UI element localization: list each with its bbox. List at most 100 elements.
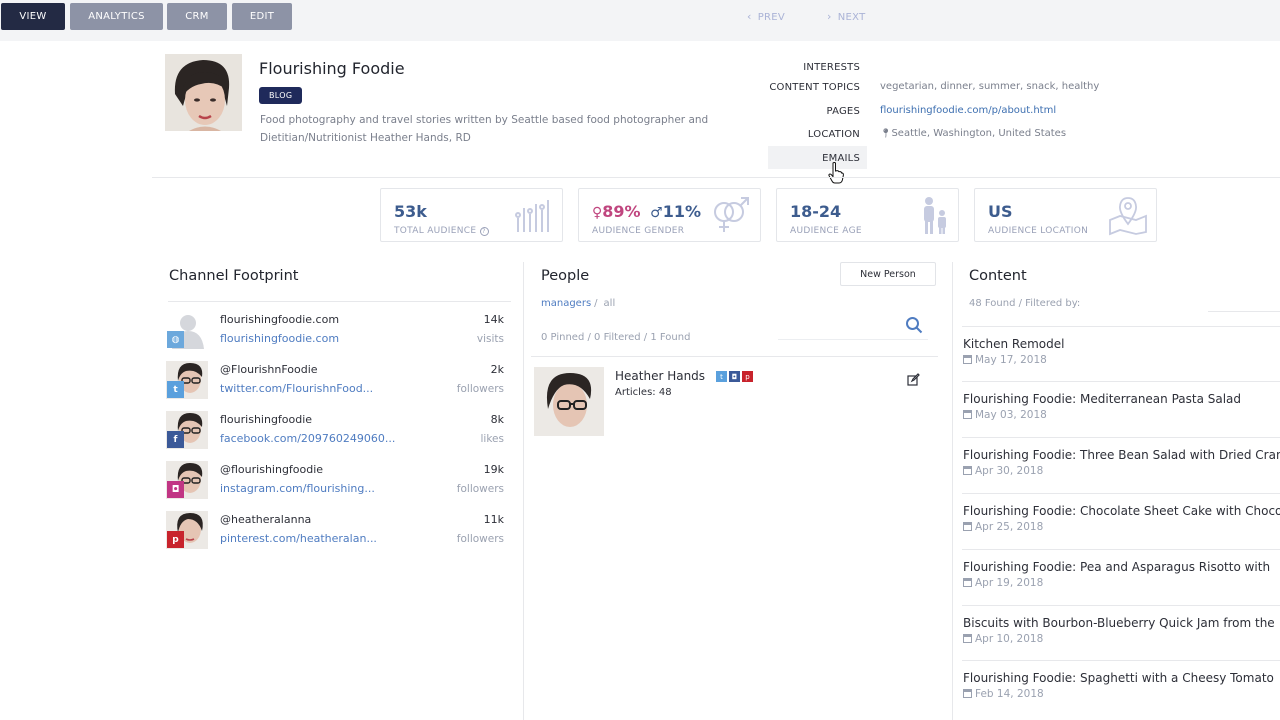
total-audience-value: 53k	[394, 202, 427, 221]
crumb-all[interactable]: all	[604, 298, 616, 309]
channel-row-instagram[interactable]: ◘ @flourishingfoodie instagram.com/flour…	[166, 461, 511, 505]
family-icon	[920, 196, 950, 240]
people-search-input[interactable]	[778, 339, 928, 340]
content-filter-input[interactable]	[1208, 311, 1280, 312]
channel-unit: visits	[476, 333, 504, 345]
content-item[interactable]: Flourishing Foodie: Three Bean Salad wit…	[963, 448, 1280, 477]
twitter-icon: t	[167, 381, 184, 398]
channel-row-facebook[interactable]: f flourishingfoodie facebook.com/2097602…	[166, 411, 511, 455]
channel-footprint-title: Channel Footprint	[169, 268, 299, 284]
content-item-title[interactable]: Flourishing Foodie: Spaghetti with a Che…	[963, 671, 1280, 685]
content-item[interactable]: Biscuits with Bourbon-Blueberry Quick Ja…	[963, 616, 1280, 645]
content-item-date: Apr 10, 2018	[963, 633, 1280, 645]
view-button[interactable]: VIEW	[1, 3, 65, 30]
analytics-button[interactable]: ANALYTICS	[70, 3, 163, 30]
channel-divider	[168, 301, 511, 302]
person-name[interactable]: Heather Hands	[615, 369, 705, 383]
content-topics-value: vegetarian, dinner, summer, snack, healt…	[880, 81, 1100, 92]
top-toolbar: VIEW ANALYTICS CRM EDIT ‹ PREV › NEXT	[0, 0, 1280, 41]
channel-name: @heatheralanna	[220, 513, 312, 526]
channel-url[interactable]: flourishingfoodie.com	[220, 332, 339, 345]
calendar-icon	[963, 466, 972, 475]
hand-cursor-icon	[828, 162, 844, 188]
channel-name: @flourishingfoodie	[220, 463, 324, 476]
instagram-icon: ◘	[167, 481, 184, 498]
crumb-separator: /	[594, 298, 598, 309]
content-divider	[962, 381, 1280, 382]
globe-icon: ◍	[167, 331, 184, 348]
channel-row-web[interactable]: ◍ flourishingfoodie.com flourishingfoodi…	[166, 311, 511, 355]
instagram-icon[interactable]: ◘	[729, 371, 740, 382]
content-item[interactable]: Flourishing Foodie: Pea and Asparagus Ri…	[963, 560, 1280, 589]
edit-button[interactable]: EDIT	[232, 3, 292, 30]
content-topics-label: CONTENT TOPICS	[769, 82, 860, 93]
calendar-icon	[963, 522, 972, 531]
audience-location-label: AUDIENCE LOCATION	[988, 226, 1089, 236]
channel-unit: followers	[456, 533, 504, 545]
channel-url[interactable]: pinterest.com/heatheralan...	[220, 532, 377, 545]
search-icon[interactable]	[905, 316, 923, 338]
channel-url[interactable]: twitter.com/FlourishnFood...	[220, 382, 373, 395]
pages-label: PAGES	[826, 106, 860, 117]
blog-badge: BLOG	[259, 87, 303, 104]
content-item[interactable]: Kitchen Remodel May 17, 2018	[963, 337, 1280, 366]
people-divider	[531, 356, 938, 357]
content-item[interactable]: Flourishing Foodie: Spaghetti with a Che…	[963, 671, 1280, 700]
edit-icon[interactable]	[907, 371, 920, 390]
content-item-title[interactable]: Flourishing Foodie: Chocolate Sheet Cake…	[963, 504, 1280, 518]
channel-url[interactable]: facebook.com/209760249060...	[220, 432, 395, 445]
facebook-icon: f	[167, 431, 184, 448]
crm-button[interactable]: CRM	[167, 3, 227, 30]
content-item[interactable]: Flourishing Foodie: Mediterranean Pasta …	[963, 392, 1280, 421]
calendar-icon	[963, 410, 972, 419]
gender-values: ♀︎89% ♂︎11%	[592, 202, 701, 221]
calendar-icon	[963, 355, 972, 364]
channel-count: 8k	[490, 413, 504, 426]
person-avatar[interactable]	[534, 367, 604, 436]
audience-age-label: AUDIENCE AGE	[790, 226, 862, 236]
next-link[interactable]: › NEXT	[827, 10, 866, 23]
location-label: LOCATION	[807, 129, 860, 140]
header-divider	[152, 177, 1280, 178]
prev-link[interactable]: ‹ PREV	[747, 10, 785, 23]
gender-icon	[710, 196, 752, 240]
pinterest-icon: p	[167, 531, 184, 548]
next-label: NEXT	[837, 12, 866, 23]
channel-url[interactable]: instagram.com/flourishing...	[220, 482, 375, 495]
female-icon: ♀︎	[592, 205, 603, 221]
channel-row-twitter[interactable]: t @FlourishnFoodie twitter.com/Flourishn…	[166, 361, 511, 405]
column-divider-2	[952, 262, 953, 720]
pinterest-icon[interactable]: p	[742, 371, 753, 382]
channel-row-pinterest[interactable]: p @heatheralanna pinterest.com/heatheral…	[166, 511, 511, 555]
people-breadcrumb: managers / all	[541, 298, 615, 309]
content-item-date: Apr 25, 2018	[963, 521, 1280, 533]
content-item-date: Feb 14, 2018	[963, 688, 1280, 700]
twitter-icon[interactable]: t	[716, 371, 727, 382]
calendar-icon	[963, 634, 972, 643]
calendar-icon	[963, 689, 972, 698]
interests-label: INTERESTS	[803, 62, 860, 73]
content-item-title[interactable]: Flourishing Foodie: Pea and Asparagus Ri…	[963, 560, 1280, 574]
content-item-date: May 03, 2018	[963, 409, 1280, 421]
content-divider	[962, 437, 1280, 438]
profile-name: Flourishing Foodie	[259, 59, 405, 78]
profile-description: Food photography and travel stories writ…	[260, 114, 709, 144]
channel-unit: followers	[456, 483, 504, 495]
pages-link[interactable]: flourishingfoodie.com/p/about.html	[880, 105, 1056, 116]
content-item-date: Apr 19, 2018	[963, 577, 1280, 589]
stat-audience-gender: ♀︎89% ♂︎11% AUDIENCE GENDER	[578, 188, 761, 242]
content-divider	[962, 605, 1280, 606]
person-articles: Articles: 48	[615, 387, 672, 398]
crumb-managers[interactable]: managers	[541, 298, 591, 309]
content-item-title[interactable]: Flourishing Foodie: Mediterranean Pasta …	[963, 392, 1280, 406]
content-item-title[interactable]: Biscuits with Bourbon-Blueberry Quick Ja…	[963, 616, 1280, 630]
content-item-title[interactable]: Kitchen Remodel	[963, 337, 1280, 351]
bar-chart-icon	[514, 196, 554, 238]
help-icon[interactable]: ?	[479, 227, 489, 236]
female-percent: 89%	[602, 202, 641, 221]
new-person-button[interactable]: New Person	[840, 262, 936, 286]
content-item[interactable]: Flourishing Foodie: Chocolate Sheet Cake…	[963, 504, 1280, 533]
content-item-title[interactable]: Flourishing Foodie: Three Bean Salad wit…	[963, 448, 1280, 462]
location-pin-icon: 📍︎	[880, 129, 892, 139]
stat-total-audience: 53k TOTAL AUDIENCE ?	[380, 188, 563, 242]
